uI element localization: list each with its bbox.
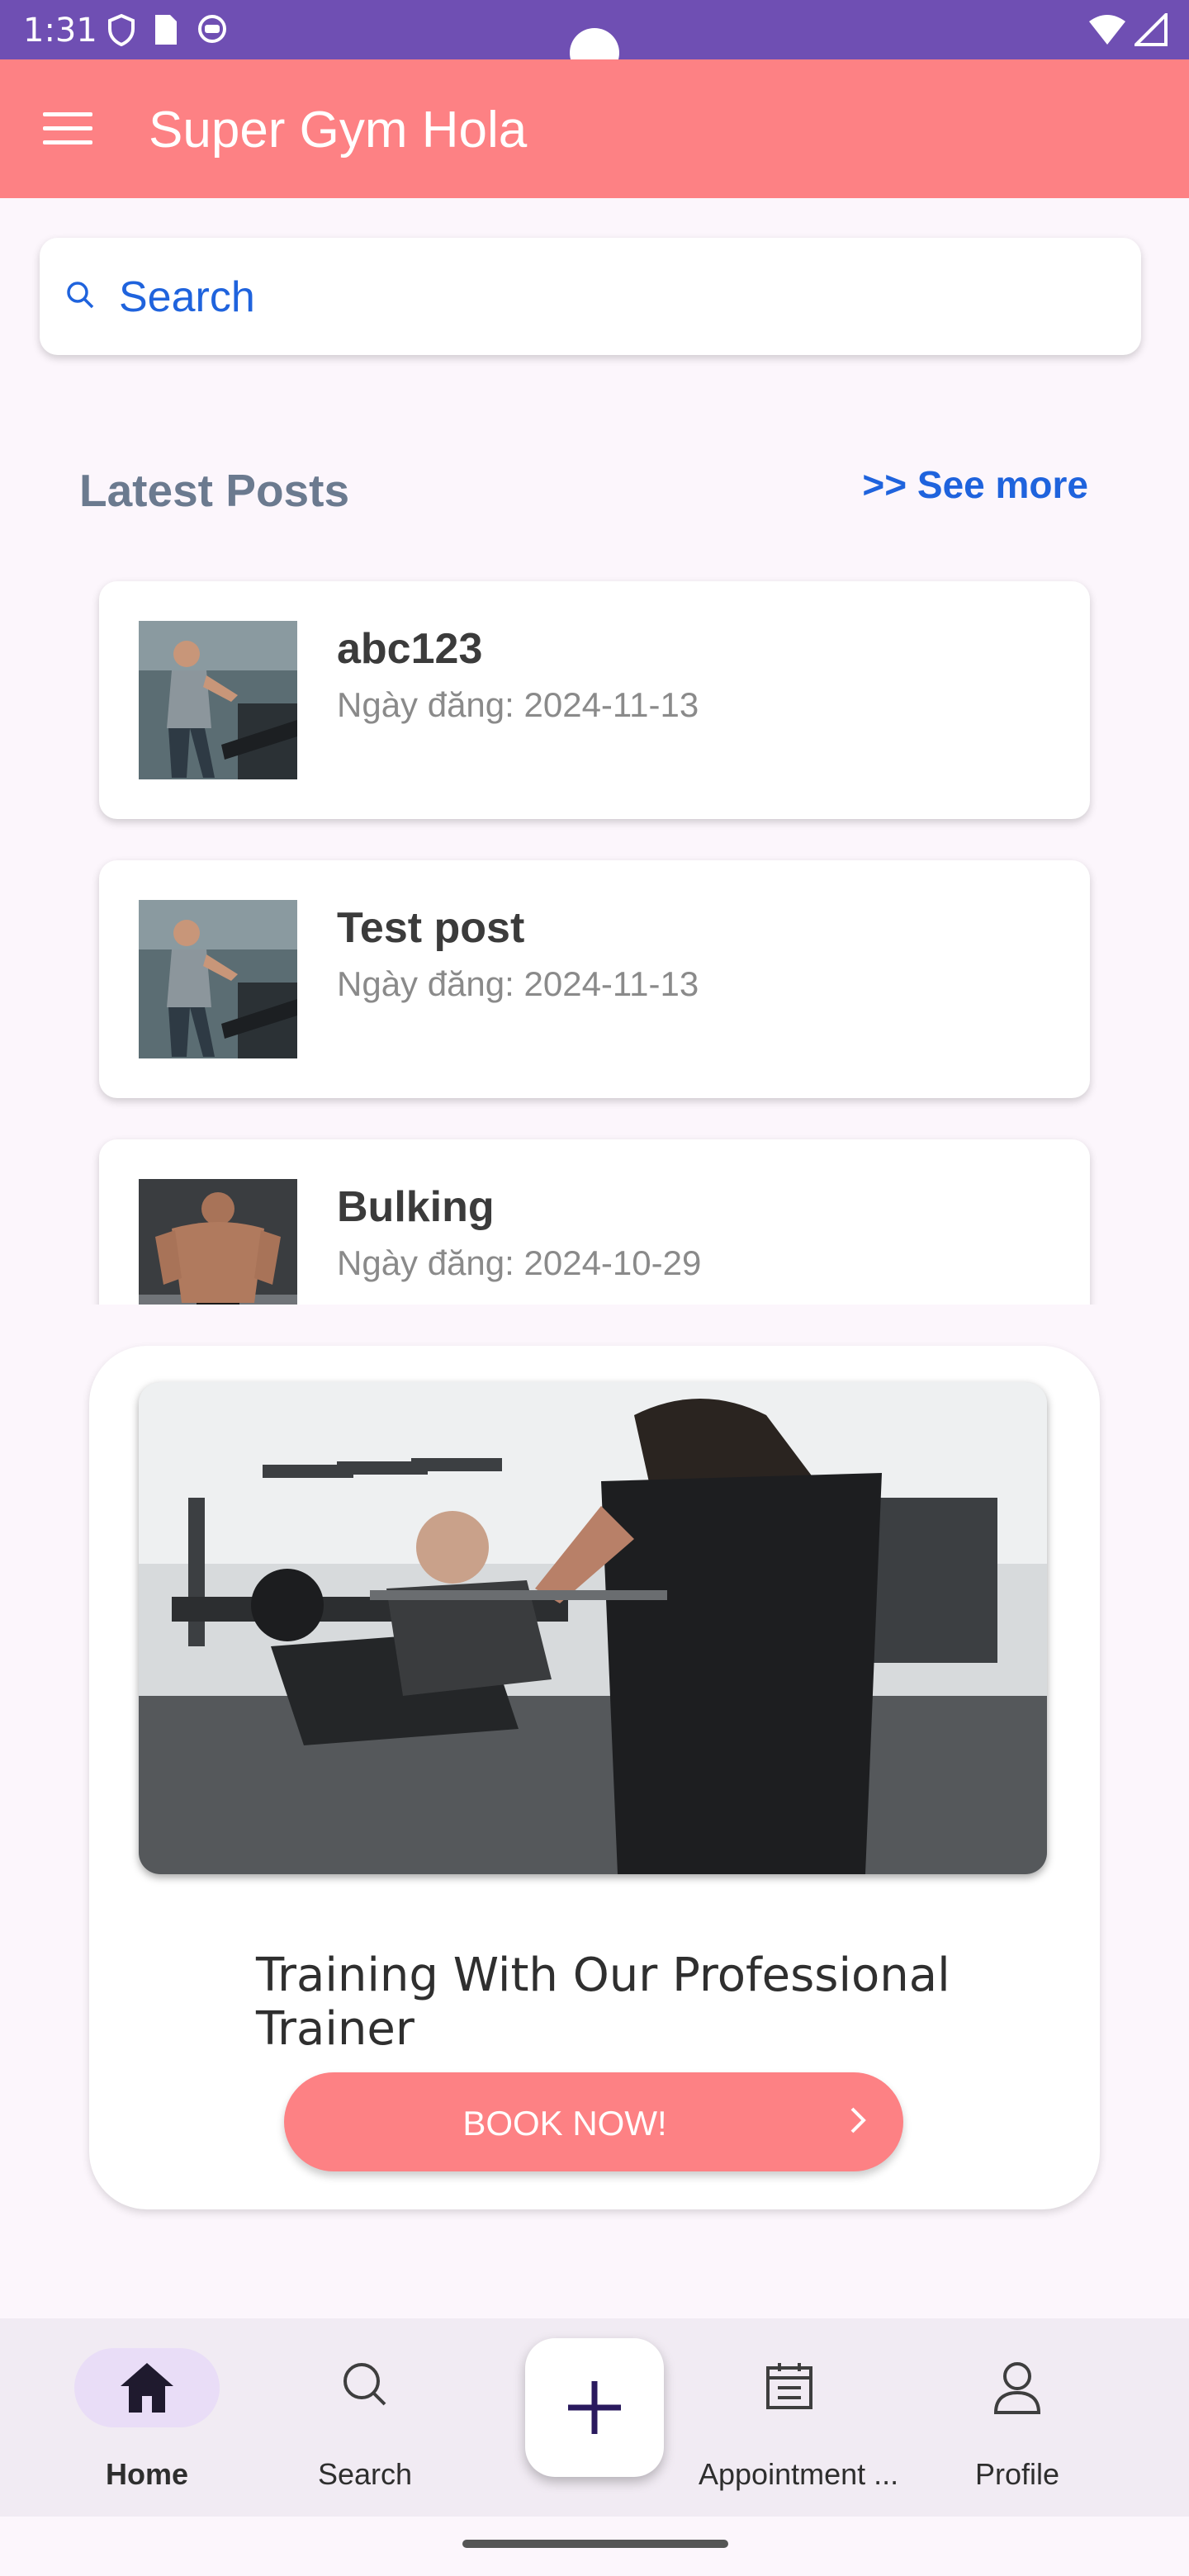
posts-list[interactable]: abc123 Ngày đăng: 2024-11-13 Test post N…: [0, 570, 1189, 1305]
runner-treadmill-image: [139, 900, 297, 1058]
profile-icon: [993, 2362, 1041, 2414]
search-input[interactable]: Search: [40, 238, 1141, 355]
post-title: Bulking: [337, 1183, 495, 1231]
nav-label: Home: [105, 2457, 189, 2491]
menu-icon[interactable]: [43, 112, 92, 145]
nav-label: Search: [317, 2457, 413, 2491]
nav-item-profile[interactable]: Profile: [926, 2318, 1108, 2517]
latest-posts-title: Latest Posts: [79, 465, 350, 516]
search-icon: [67, 282, 94, 309]
sim-card-icon: [155, 15, 177, 45]
post-card[interactable]: Bulking Ngày đăng: 2024-10-29: [99, 1139, 1090, 1305]
post-date: Ngày đăng: 2024-11-13: [337, 685, 699, 724]
nav-item-home[interactable]: Home: [56, 2318, 238, 2517]
home-icon: [121, 2363, 173, 2413]
post-title: abc123: [337, 625, 483, 673]
post-card[interactable]: abc123 Ngày đăng: 2024-11-13: [99, 581, 1090, 819]
home-indicator[interactable]: [462, 2540, 728, 2548]
book-now-button[interactable]: BOOK NOW!: [284, 2072, 903, 2171]
status-icons-left: [107, 13, 228, 46]
add-button[interactable]: [525, 2338, 664, 2477]
search-icon: [343, 2363, 386, 2406]
post-card[interactable]: Test post Ngày đăng: 2024-11-13: [99, 860, 1090, 1098]
app-bar: Super Gym Hola: [0, 59, 1189, 198]
book-now-label: BOOK NOW!: [462, 2104, 667, 2143]
status-bar: 1:31: [0, 0, 1189, 78]
search-placeholder: Search: [119, 273, 255, 321]
plus-icon: [568, 2381, 621, 2434]
post-title: Test post: [337, 904, 525, 952]
status-icons-right: [1088, 13, 1168, 46]
wifi-icon: [1089, 15, 1125, 45]
app-title: Super Gym Hola: [149, 102, 528, 159]
promo-card: Training With Our Professional Trainer B…: [89, 1346, 1100, 2209]
post-date: Ngày đăng: 2024-11-13: [337, 964, 699, 1003]
app-notification-icon: [198, 15, 226, 43]
nav-item-appointment[interactable]: Appointment ...: [699, 2318, 899, 2517]
see-more-link[interactable]: >> See more: [862, 462, 1088, 507]
bodybuilder-image: [139, 1179, 297, 1305]
runner-treadmill-image: [139, 621, 297, 779]
nav-label: Profile: [974, 2457, 1060, 2491]
cellular-signal-icon: [1135, 13, 1168, 46]
trainer-photo: [139, 1382, 1047, 1874]
promo-text: Training With Our Professional Trainer: [256, 1949, 950, 2056]
status-time: 1:31: [23, 12, 97, 50]
nav-label: Appointment ...: [699, 2457, 899, 2491]
nav-item-search[interactable]: Search: [274, 2318, 456, 2517]
calendar-icon: [766, 2363, 812, 2409]
shield-icon: [108, 13, 135, 46]
post-date: Ngày đăng: 2024-10-29: [337, 1243, 702, 1282]
chevron-right-icon: [850, 2107, 866, 2133]
